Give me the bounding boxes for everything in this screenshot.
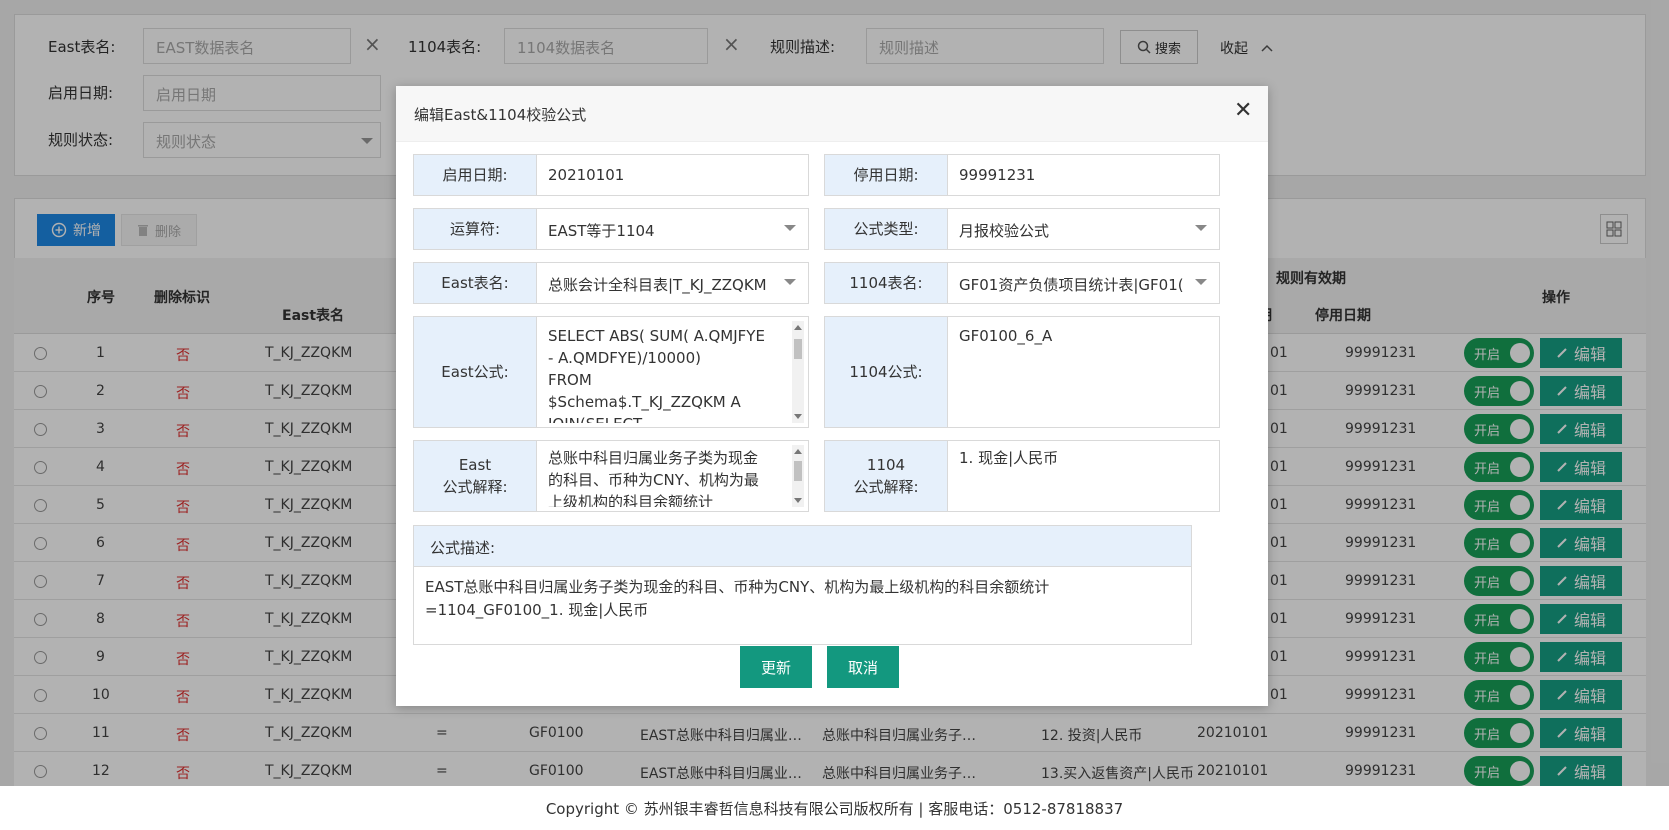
t1104-explain-value: 1. 现金|人民币 xyxy=(959,449,1059,467)
disable-date-value: 99991231 xyxy=(959,166,1036,184)
east-explain-label: East 公式解释: xyxy=(414,441,537,511)
close-icon[interactable]: ✕ xyxy=(1234,98,1252,123)
east-formula-textarea[interactable]: East公式: SELECT ABS( SUM( A.QMJFYE - A.QM… xyxy=(413,316,809,428)
t1104-formula-textarea[interactable]: 1104公式: GF0100_6_A xyxy=(824,316,1220,428)
cancel-button[interactable]: 取消 xyxy=(827,646,899,688)
t1104-formula-label: 1104公式: xyxy=(825,317,948,427)
copyright-text: Copyright © 苏州银丰睿哲信息科技有限公司版权所有 | 客服电话：05… xyxy=(545,800,1124,818)
scroll-thumb[interactable] xyxy=(794,461,802,481)
scroll-down-icon[interactable] xyxy=(794,498,802,503)
east-explain-value: 总账中科目归属业务子类为现金 的科目、币种为CNY、机构为最 上级机构的科目余额… xyxy=(548,449,759,507)
dialog-header: 编辑East&1104校验公式 ✕ xyxy=(396,86,1268,142)
east-formula-label: East公式: xyxy=(414,317,537,427)
t1104-formula-value: GF0100_6_A xyxy=(959,327,1053,345)
disable-date-label: 停用日期: xyxy=(825,155,948,195)
chevron-down-icon xyxy=(784,279,796,285)
formula-description-text: EAST总账中科目归属业务子类为现金的科目、币种为CNY、机构为最上级机构的科目… xyxy=(425,578,1050,619)
enable-date-label: 启用日期: xyxy=(414,155,537,195)
operator-select[interactable]: 运算符: EAST等于1104 xyxy=(413,208,809,250)
chevron-down-icon xyxy=(1195,279,1207,285)
enable-date-value: 20210101 xyxy=(548,166,625,184)
scroll-up-icon[interactable] xyxy=(794,449,802,454)
disable-date-field[interactable]: 停用日期: 99991231 xyxy=(824,154,1220,196)
east-explain-scrollbar[interactable] xyxy=(792,445,804,507)
enable-date-field[interactable]: 启用日期: 20210101 xyxy=(413,154,809,196)
east-table-select[interactable]: East表名: 总账会计全科目表|T_KJ_ZZQKM xyxy=(413,262,809,304)
t1104-explain-textarea[interactable]: 1104 公式解释: 1. 现金|人民币 xyxy=(824,440,1220,512)
east-table-label: East表名: xyxy=(414,263,537,303)
east-explain-textarea[interactable]: East 公式解释: 总账中科目归属业务子类为现金 的科目、币种为CNY、机构为最… xyxy=(413,440,809,512)
formula-type-label: 公式类型: xyxy=(825,209,948,249)
scroll-up-icon[interactable] xyxy=(794,325,802,330)
formula-description[interactable]: 公式描述: EAST总账中科目归属业务子类为现金的科目、币种为CNY、机构为最上… xyxy=(413,525,1192,645)
formula-type-select[interactable]: 公式类型: 月报校验公式 xyxy=(824,208,1220,250)
east-formula-value: SELECT ABS( SUM( A.QMJFYE - A.QMDFYE)/10… xyxy=(548,327,765,423)
t1104-explain-label: 1104 公式解释: xyxy=(825,441,948,511)
t1104-table-value: GF01资产负债项目统计表|GF01( xyxy=(959,276,1184,294)
update-button[interactable]: 更新 xyxy=(740,646,812,688)
scroll-down-icon[interactable] xyxy=(794,414,802,419)
t1104-table-label: 1104表名: xyxy=(825,263,948,303)
operator-value: EAST等于1104 xyxy=(548,222,655,240)
edit-formula-dialog: 编辑East&1104校验公式 ✕ 启用日期: 20210101 停用日期: 9… xyxy=(396,86,1268,706)
east-table-value: 总账会计全科目表|T_KJ_ZZQKM xyxy=(548,276,767,294)
chevron-down-icon xyxy=(784,225,796,231)
dialog-title: 编辑East&1104校验公式 xyxy=(414,106,587,124)
t1104-table-select[interactable]: 1104表名: GF01资产负债项目统计表|GF01( xyxy=(824,262,1220,304)
footer: Copyright © 苏州银丰睿哲信息科技有限公司版权所有 | 客服电话：05… xyxy=(0,786,1669,830)
chevron-down-icon xyxy=(1195,225,1207,231)
formula-description-label: 公式描述: xyxy=(414,526,1191,567)
formula-type-value: 月报校验公式 xyxy=(959,222,1050,240)
operator-label: 运算符: xyxy=(414,209,537,249)
scroll-thumb[interactable] xyxy=(794,339,802,359)
east-formula-scrollbar[interactable] xyxy=(792,321,804,423)
